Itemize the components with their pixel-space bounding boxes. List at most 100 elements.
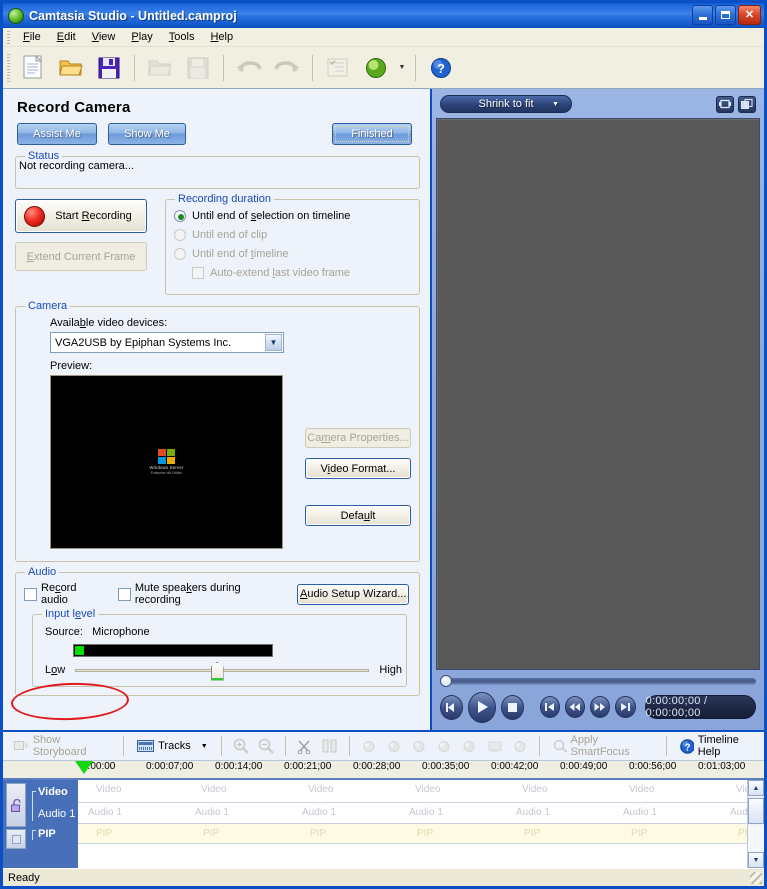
timeline-ruler[interactable]: 0:00:00 0:00:07;00 0:00:14;00 0:00:21;00… xyxy=(3,761,764,780)
video-preview-area[interactable] xyxy=(436,118,760,670)
camtasia-menu-icon[interactable] xyxy=(358,51,394,85)
show-me-button[interactable]: Show Me xyxy=(108,123,186,145)
jump-to-end-icon[interactable] xyxy=(615,696,635,718)
finished-button[interactable]: Finished xyxy=(332,123,412,145)
toolbar-separator xyxy=(123,736,124,756)
scrollbar-track[interactable] xyxy=(748,826,764,852)
close-icon: ✕ xyxy=(745,10,754,21)
track-row-audio[interactable]: Audio 1 Audio 1 Audio 1 Audio 1 Audio 1 … xyxy=(78,803,764,824)
track-label: Video xyxy=(29,786,68,798)
fullscreen-icon[interactable] xyxy=(716,96,734,113)
redo-icon xyxy=(269,51,305,85)
new-project-icon[interactable] xyxy=(15,51,51,85)
ruler-tick: 0:00:42;00 xyxy=(491,761,538,772)
save-project-icon[interactable] xyxy=(91,51,127,85)
radio-label: Until end of timeline xyxy=(192,248,289,260)
open-project-icon[interactable] xyxy=(53,51,89,85)
track-name-video[interactable]: Video xyxy=(29,780,78,803)
track-name-audio[interactable]: Audio 1 xyxy=(29,803,78,824)
input-level-slider[interactable] xyxy=(75,669,369,672)
callout-icon xyxy=(408,735,430,757)
toolbar-grip-icon[interactable] xyxy=(7,54,10,82)
audio-legend: Audio xyxy=(25,566,59,578)
menu-play[interactable]: Play xyxy=(123,29,160,45)
ruler-ticks: 0:00:00 0:00:07;00 0:00:14;00 0:00:21;00… xyxy=(78,761,764,778)
status-group: Status Not recording camera... xyxy=(15,156,420,189)
stop-button[interactable] xyxy=(501,695,524,720)
default-button[interactable]: Default xyxy=(305,505,411,526)
timeline-vertical-scrollbar[interactable]: ▲ ▼ xyxy=(747,780,764,868)
radio-until-end-selection[interactable]: Until end of selection on timeline xyxy=(174,210,411,222)
scroll-up-icon[interactable]: ▲ xyxy=(748,780,764,796)
lock-cell-video[interactable] xyxy=(6,783,26,827)
track-content-column[interactable]: Video Video Video Video Video Video Vide… xyxy=(78,780,764,868)
menu-help[interactable]: Help xyxy=(202,29,241,45)
seek-handle[interactable] xyxy=(440,675,452,687)
zoom-n-pan-icon xyxy=(383,735,405,757)
menu-file[interactable]: File xyxy=(15,29,49,45)
rewind-icon[interactable] xyxy=(565,696,585,718)
lock-cell-pip[interactable] xyxy=(6,829,26,849)
timeline-help-button[interactable]: ? Timeline Help xyxy=(675,732,764,760)
video-device-select[interactable]: VGA2USB by Epiphan Systems Inc. ▼ xyxy=(50,332,284,353)
close-button[interactable]: ✕ xyxy=(738,5,761,25)
fast-forward-icon[interactable] xyxy=(590,696,610,718)
input-level-group: Input level Source: Microphone Low xyxy=(32,614,407,687)
maximize-button[interactable] xyxy=(715,5,736,25)
start-recording-button[interactable]: Start Recording xyxy=(15,199,147,233)
play-button[interactable] xyxy=(468,692,496,723)
zoom-out-icon xyxy=(255,735,277,757)
panel-header-buttons: Assist Me Show Me Finished xyxy=(15,123,420,145)
video-format-button[interactable]: Video Format... xyxy=(305,458,411,479)
help-icon[interactable]: ? xyxy=(423,51,459,85)
assist-me-button[interactable]: Assist Me xyxy=(17,123,97,145)
recording-row: Start Recording Extend Current Frame Rec… xyxy=(15,199,420,295)
resize-grip-icon[interactable] xyxy=(750,872,762,884)
audio-setup-wizard-button[interactable]: Audio Setup Wizard... xyxy=(297,584,409,605)
camtasia-menu-dropdown-icon[interactable]: ▼ xyxy=(396,51,408,85)
detach-icon[interactable] xyxy=(738,96,756,113)
toolbar-separator xyxy=(415,55,416,81)
track-row-pip[interactable]: PIP PIP PIP PIP PIP PIP PIP xyxy=(78,824,764,844)
track-name-pip[interactable]: PIP xyxy=(29,824,78,844)
svg-text:?: ? xyxy=(437,61,445,76)
scroll-down-icon[interactable]: ▼ xyxy=(748,852,764,868)
preview-icon-group xyxy=(716,96,760,113)
mute-speakers-checkbox[interactable] xyxy=(118,588,131,601)
slider-thumb[interactable] xyxy=(211,662,224,681)
record-dot-icon xyxy=(24,206,45,227)
camera-preview: Windows Server Enterprise x64 Edition xyxy=(50,375,283,549)
jump-to-start-icon[interactable] xyxy=(540,696,560,718)
ruler-tick: 0:00:07;00 xyxy=(146,761,193,772)
track-row-video[interactable]: Video Video Video Video Video Video Vide… xyxy=(78,780,764,803)
mute-speakers-label: Mute speakers during recording xyxy=(135,582,284,606)
track-cell-label: Audio 1 xyxy=(302,807,336,818)
menu-grip-icon[interactable] xyxy=(7,31,10,44)
playhead-marker[interactable] xyxy=(75,761,93,774)
scrollbar-thumb[interactable] xyxy=(748,798,764,824)
chevron-down-icon[interactable]: ▼ xyxy=(201,743,208,750)
zoom-value: Shrink to fit xyxy=(478,98,533,110)
record-audio-checkbox[interactable] xyxy=(24,588,37,601)
minimize-button[interactable] xyxy=(692,5,713,25)
menu-view[interactable]: View xyxy=(84,29,124,45)
status-legend: Status xyxy=(25,150,62,162)
chevron-down-icon[interactable]: ▼ xyxy=(552,101,559,108)
seek-track[interactable] xyxy=(446,678,756,685)
toolbar-separator xyxy=(221,736,222,756)
track-cell-label: PIP xyxy=(96,828,112,839)
ruler-tick: 0:00:56;00 xyxy=(629,761,676,772)
track-cell-label: PIP xyxy=(417,828,433,839)
extend-label: Extend Current Frame xyxy=(27,251,136,263)
toolbar-separator xyxy=(666,736,667,756)
chevron-down-icon[interactable]: ▼ xyxy=(265,334,282,351)
camtasia-logo-icon xyxy=(8,8,24,24)
radio-icon xyxy=(174,229,186,241)
ruler-tick: 0:00:35;00 xyxy=(422,761,469,772)
step-back-icon[interactable] xyxy=(440,695,463,720)
menu-tools[interactable]: Tools xyxy=(161,29,203,45)
tracks-button[interactable]: Tracks ▼ xyxy=(132,738,213,754)
zoom-select[interactable]: Shrink to fit ▼ xyxy=(440,95,572,113)
track-cell-label: PIP xyxy=(310,828,326,839)
menu-edit[interactable]: Edit xyxy=(49,29,84,45)
